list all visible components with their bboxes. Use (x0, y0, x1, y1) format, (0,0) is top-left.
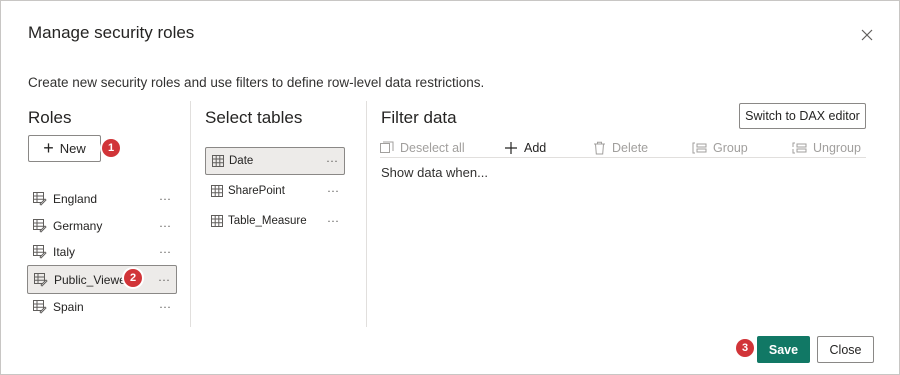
table-grid-icon (212, 155, 224, 167)
ungroup-icon (792, 142, 807, 154)
more-options-icon[interactable]: ··· (159, 218, 171, 232)
step-badge-1: 1 (102, 139, 120, 157)
deselect-all-label: Deselect all (400, 141, 465, 155)
role-item-italy[interactable]: Italy ··· (27, 239, 177, 265)
table-item-sharepoint[interactable]: SharePoint ··· (205, 178, 345, 204)
table-item-table-measure[interactable]: Table_Measure ··· (205, 208, 345, 234)
ungroup-button[interactable]: Ungroup (792, 138, 861, 158)
deselect-all-icon (380, 141, 394, 155)
more-options-icon[interactable]: ··· (158, 272, 170, 286)
delete-filter-button[interactable]: Delete (593, 138, 648, 158)
close-button[interactable]: Close (817, 336, 874, 363)
group-label: Group (713, 141, 748, 155)
role-table-edit-icon (33, 300, 47, 314)
close-icon[interactable] (857, 25, 877, 45)
role-item-label: Germany (53, 219, 103, 233)
role-item-label: Spain (53, 300, 84, 314)
manage-roles-dialog: Manage security roles Create new securit… (0, 0, 900, 375)
table-item-label: Table_Measure (228, 215, 307, 227)
group-button[interactable]: Group (692, 138, 748, 158)
more-options-icon[interactable]: ··· (326, 153, 338, 167)
filter-toolbar: Deselect all Add Delete Group Ungroup (380, 138, 866, 158)
column-divider (366, 101, 367, 327)
table-item-date[interactable]: Date ··· (205, 147, 345, 175)
trash-icon (593, 141, 606, 155)
plus-icon (504, 141, 518, 155)
role-table-edit-icon (33, 192, 47, 206)
role-item-germany[interactable]: Germany ··· (27, 213, 177, 239)
more-options-icon[interactable]: ··· (327, 213, 339, 227)
table-grid-icon (211, 215, 223, 227)
role-table-edit-icon (33, 219, 47, 233)
deselect-all-button[interactable]: Deselect all (380, 138, 465, 158)
more-options-icon[interactable]: ··· (159, 191, 171, 205)
role-item-label: England (53, 192, 98, 206)
table-grid-icon (211, 185, 223, 197)
dialog-subtitle: Create new security roles and use filter… (28, 75, 485, 90)
more-options-icon[interactable]: ··· (327, 183, 339, 197)
column-divider (190, 101, 191, 327)
role-table-edit-icon (34, 272, 48, 287)
ungroup-label: Ungroup (813, 141, 861, 155)
role-item-public-viewer[interactable]: Public_Viewer ··· (27, 265, 177, 294)
role-item-england[interactable]: England ··· (27, 186, 177, 212)
plus-icon: + (43, 137, 54, 158)
table-item-label: Date (229, 155, 254, 167)
show-data-when-text: Show data when... (381, 165, 488, 180)
more-options-icon[interactable]: ··· (159, 299, 171, 313)
dialog-title: Manage security roles (28, 23, 195, 42)
role-table-edit-icon (33, 245, 47, 259)
group-icon (692, 142, 707, 154)
step-badge-2: 2 (124, 269, 142, 287)
switch-to-dax-button[interactable]: Switch to DAX editor (739, 103, 866, 129)
step-badge-3: 3 (736, 339, 754, 357)
more-options-icon[interactable]: ··· (159, 244, 171, 258)
roles-heading: Roles (28, 108, 72, 127)
role-item-label: Italy (53, 245, 76, 259)
select-tables-heading: Select tables (205, 108, 303, 127)
new-role-button[interactable]: + New (28, 135, 101, 162)
role-item-spain[interactable]: Spain ··· (27, 294, 177, 320)
save-button[interactable]: Save (757, 336, 810, 363)
filter-data-heading: Filter data (381, 108, 457, 127)
role-item-label: Public_Viewer (54, 272, 130, 287)
new-role-label: New (59, 141, 86, 156)
add-filter-button[interactable]: Add (504, 138, 546, 158)
add-filter-label: Add (524, 141, 547, 155)
table-item-label: SharePoint (228, 185, 285, 197)
delete-filter-label: Delete (612, 141, 649, 155)
